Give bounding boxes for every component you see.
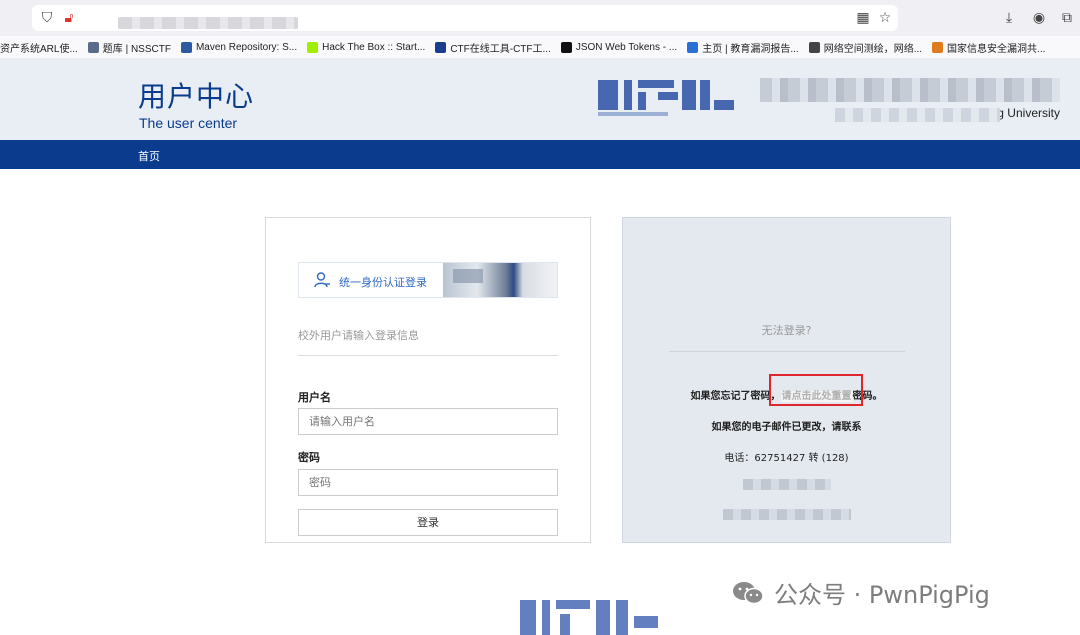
favicon-icon (687, 41, 699, 53)
site-header: 用户中心 The user center n Mi ng University (0, 58, 1080, 140)
favicon-icon (87, 41, 99, 53)
sso-login-label: 统一身份认证登录 (339, 276, 427, 289)
download-icon[interactable]: ⤓ (1000, 9, 1018, 27)
password-input[interactable] (298, 469, 558, 496)
highlight-box (769, 374, 863, 406)
email-changed-text: 如果您的电子邮件已更改，请联系 (711, 422, 862, 433)
help-panel: 无法登录? 如果您忘记了密码，请点击此处重置密码。 如果您的电子邮件已更改，请联… (622, 217, 951, 543)
favicon-icon (560, 41, 572, 53)
main-nav: 首页 (0, 140, 1080, 169)
university-name-mask (835, 108, 1000, 122)
username-label: 用户名 (298, 391, 331, 404)
campus-photo (443, 263, 557, 297)
bookmark-item[interactable]: JSON Web Tokens - ... (560, 41, 678, 53)
help-title: 无法登录? (761, 324, 812, 337)
extensions-icon[interactable]: ⧉ (1058, 9, 1076, 27)
bookmark-label: 主页 | 教育漏洞报告... (702, 43, 799, 55)
username-input[interactable] (298, 408, 558, 435)
favicon-icon (808, 41, 820, 53)
url-text-blurred (118, 17, 298, 29)
bookmark-item[interactable]: Hack The Box :: Start... (307, 41, 426, 53)
wechat-icon (733, 581, 764, 604)
favicon-icon (932, 41, 944, 53)
bookmark-label: Maven Repository: S... (195, 41, 298, 53)
star-icon[interactable]: ☆ (876, 9, 894, 27)
bookmark-label: CTF在线工具-CTF工... (450, 43, 551, 55)
bookmark-item[interactable]: 网络空间测绘，网络... (808, 40, 923, 55)
bookmark-item[interactable]: CTF在线工具-CTF工... (435, 40, 551, 55)
login-panel: 统一身份认证登录 校外用户请输入登录信息 用户名 密码 登录 (265, 217, 591, 543)
page-title: 用户中心 (138, 80, 255, 113)
bookmark-item[interactable]: 主页 | 教育漏洞报告... (687, 40, 799, 55)
qr-code-icon[interactable]: ▦ (854, 9, 872, 27)
bookmark-item[interactable]: 资产系统ARL使... (0, 40, 78, 55)
page-subtitle: The user center (139, 115, 238, 131)
nav-item-home[interactable]: 首页 (138, 148, 160, 164)
bookmark-label: 网络空间测绘，网络... (823, 43, 923, 55)
forgot-prefix: 如果您忘记了密码， (690, 391, 781, 402)
bookmark-label: 题库 | NSSCTF (102, 43, 171, 55)
password-label: 密码 (298, 451, 320, 464)
favicon-icon (307, 41, 319, 53)
sso-login-button[interactable]: 统一身份认证登录 (298, 262, 558, 298)
user-icon (314, 272, 330, 288)
contact-blurred (743, 479, 831, 490)
watermark: 公众号 · PwnPigPig (732, 575, 990, 610)
account-icon[interactable]: ◉ (1030, 9, 1048, 27)
shield-icon[interactable]: ⛉ (38, 9, 56, 27)
address-bar[interactable]: ⛉ 🔓︎ ▦ ☆ (32, 5, 898, 31)
login-button[interactable]: 登录 (298, 509, 558, 536)
bookmark-item[interactable]: Maven Repository: S... (180, 41, 298, 53)
bookmark-label: 资产系统ARL使... (0, 43, 78, 55)
divider (669, 351, 905, 352)
bookmark-item[interactable]: 国家信息安全漏洞共... (932, 40, 1045, 55)
footer-logo-blurred (520, 596, 680, 635)
browser-toolbar: ⛉ 🔓︎ ▦ ☆ ⤓ ◉ ⧉ (0, 0, 1080, 36)
watermark-text: 公众号 · PwnPigPig (774, 581, 990, 609)
bookmark-label: 国家信息安全漏洞共... (947, 43, 1046, 55)
divider (298, 355, 558, 356)
bookmark-item[interactable]: 题库 | NSSCTF (87, 40, 171, 55)
external-user-hint: 校外用户请输入登录信息 (298, 329, 419, 342)
university-logo-blurred (598, 76, 738, 120)
university-name-blurred (760, 78, 1060, 102)
favicon-icon (435, 41, 447, 53)
phone-text: 电话：62751427 转 (128) (724, 453, 849, 464)
favicon-icon (180, 41, 192, 53)
contact-blurred (723, 509, 851, 520)
lock-warning-icon[interactable]: 🔓︎ (60, 9, 78, 27)
bookmark-label: Hack The Box :: Start... (322, 41, 426, 53)
bookmarks-bar: 资产系统ARL使... 题库 | NSSCTF Maven Repository: … (0, 36, 1080, 59)
bookmark-label: JSON Web Tokens - ... (575, 41, 678, 53)
